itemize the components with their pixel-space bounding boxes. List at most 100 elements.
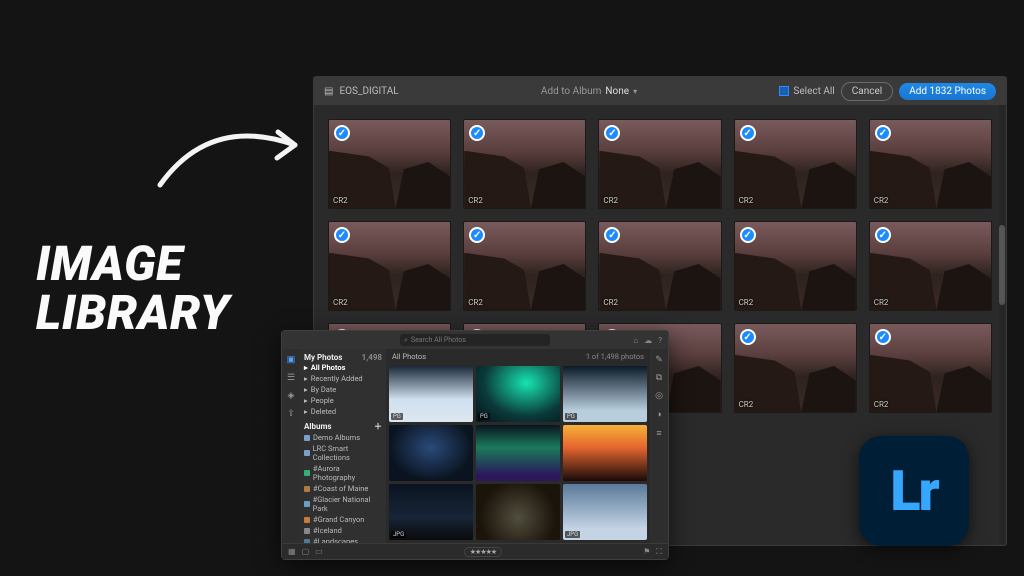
library-thumbnail[interactable]: JPG xyxy=(389,484,473,540)
library-thumbnail[interactable] xyxy=(389,425,473,481)
file-format-label: CR2 xyxy=(739,400,754,409)
home-icon[interactable]: ⌂ xyxy=(633,336,638,345)
library-thumbnail[interactable]: PG xyxy=(389,366,473,422)
file-format-label: CR2 xyxy=(874,298,889,307)
photos-tab-icon[interactable]: ▣ xyxy=(286,355,296,365)
selected-check-icon[interactable]: ✓ xyxy=(875,227,891,243)
source-breadcrumb[interactable]: EOS_DIGITAL xyxy=(339,86,398,97)
album-item[interactable]: #Grand Canyon xyxy=(304,514,382,525)
album-label: #Aurora Photography xyxy=(313,464,382,482)
library-thumbnail[interactable] xyxy=(476,425,560,481)
search-icon: ⌕ xyxy=(404,336,408,345)
thumb-tag: PG xyxy=(565,413,577,420)
file-format-label: CR2 xyxy=(468,196,483,205)
album-item[interactable]: Demo Albums xyxy=(304,432,382,443)
add-photos-button[interactable]: Add 1832 Photos xyxy=(899,83,996,100)
add-to-album-value: None xyxy=(605,86,629,97)
mask-icon[interactable]: ◑ xyxy=(656,409,661,420)
cloud-icon[interactable]: ☁ xyxy=(644,336,652,345)
file-format-label: CR2 xyxy=(333,196,348,205)
sidebar-view-item[interactable]: ▸Deleted xyxy=(304,406,382,417)
view-label: People xyxy=(311,396,334,405)
album-swatch-icon xyxy=(304,528,310,534)
library-thumbnail[interactable]: PG xyxy=(563,366,647,422)
learn-tab-icon[interactable]: ☰ xyxy=(286,373,296,383)
import-thumbnail[interactable]: ✓ CR2 xyxy=(734,323,857,413)
album-item[interactable]: #Glacier National Park xyxy=(304,494,382,514)
left-rail: ▣ ☰ ◈ ⇪ xyxy=(282,349,300,543)
selected-check-icon[interactable]: ✓ xyxy=(740,125,756,141)
search-placeholder: Search All Photos xyxy=(411,336,466,344)
import-scrollbar[interactable] xyxy=(999,105,1005,544)
my-photos-header[interactable]: My Photos 1,498 xyxy=(304,353,382,362)
albums-header[interactable]: Albums ＋ xyxy=(304,421,382,432)
import-thumbnail[interactable]: ✓CR2 xyxy=(463,119,586,209)
edit-icon[interactable]: ✎ xyxy=(655,355,663,365)
share-tab-icon[interactable]: ⇪ xyxy=(286,409,296,419)
zoom-fit-icon[interactable]: ⛶ xyxy=(656,547,662,557)
scrollbar-handle[interactable] xyxy=(999,225,1005,305)
selected-check-icon[interactable]: ✓ xyxy=(875,125,891,141)
import-thumbnail[interactable]: ✓CR2 xyxy=(463,221,586,311)
sidebar-view-item[interactable]: ▸People xyxy=(304,395,382,406)
file-format-label: CR2 xyxy=(739,298,754,307)
selected-check-icon[interactable]: ✓ xyxy=(740,329,756,345)
thumb-tag: PG xyxy=(478,413,490,420)
album-item[interactable]: LRC Smart Collections xyxy=(304,443,382,463)
import-thumbnail[interactable]: ✓CR2 xyxy=(598,221,721,311)
album-item[interactable]: #Landscapes xyxy=(304,536,382,543)
selected-check-icon[interactable]: ✓ xyxy=(334,125,350,141)
library-thumbnail[interactable] xyxy=(476,484,560,540)
library-thumbnail[interactable]: JPG xyxy=(563,484,647,540)
library-grid: PG PG PG JPG JPG xyxy=(386,363,650,543)
square-view-icon[interactable]: ▢ xyxy=(302,547,310,556)
album-swatch-icon xyxy=(304,486,310,492)
import-thumbnail[interactable]: ✓ CR2 xyxy=(328,119,451,209)
select-all-toggle[interactable]: Select All xyxy=(779,86,834,97)
file-format-label: CR2 xyxy=(739,196,754,205)
photo-count: 1 of 1,498 photos xyxy=(586,352,644,361)
crop-icon[interactable]: ⧉ xyxy=(656,373,662,383)
sidebar-view-item[interactable]: ▸By Date xyxy=(304,384,382,395)
selected-check-icon[interactable]: ✓ xyxy=(875,329,891,345)
view-label: All Photos xyxy=(311,363,346,372)
presets-icon[interactable]: ≡ xyxy=(656,428,661,439)
import-thumbnail[interactable]: ✓CR2 xyxy=(869,119,992,209)
import-thumbnail[interactable]: ✓CR2 xyxy=(598,119,721,209)
thumb-tag: JPG xyxy=(391,531,406,538)
sidebar-view-item[interactable]: ▸Recently Added xyxy=(304,373,382,384)
album-item[interactable]: #Iceland xyxy=(304,525,382,536)
grid-view-icon[interactable]: ▦ xyxy=(288,547,296,556)
rating-filter[interactable]: ★★★★★ xyxy=(464,547,502,557)
add-to-album-select[interactable]: Add to Album None ▾ xyxy=(541,86,637,97)
flag-icon[interactable]: ⚑ xyxy=(643,547,650,556)
bullet-icon: ▸ xyxy=(304,374,308,383)
import-thumbnail[interactable]: ✓ CR2 xyxy=(869,221,992,311)
view-label: Recently Added xyxy=(311,374,363,383)
select-all-label: Select All xyxy=(793,86,834,97)
headline-line-1: IMAGE xyxy=(36,240,229,289)
album-item[interactable]: #Aurora Photography xyxy=(304,463,382,483)
sidebar-view-item[interactable]: ▸All Photos xyxy=(304,362,382,373)
import-thumbnail[interactable]: ✓CR2 xyxy=(328,221,451,311)
import-thumbnail[interactable]: ✓ CR2 xyxy=(734,119,857,209)
library-thumbnail[interactable] xyxy=(563,425,647,481)
import-thumbnail[interactable]: ✓ CR2 xyxy=(734,221,857,311)
help-icon[interactable]: ? xyxy=(658,336,662,345)
library-main: All Photos 1 of 1,498 photos PGPGPGJPGJP… xyxy=(386,349,650,543)
search-input[interactable]: ⌕ Search All Photos xyxy=(400,334,550,346)
thumb-tag: JPG xyxy=(565,531,580,538)
file-format-label: CR2 xyxy=(603,298,618,307)
heal-icon[interactable]: ◎ xyxy=(655,391,663,401)
compare-view-icon[interactable]: ▭ xyxy=(315,547,323,556)
selected-check-icon[interactable]: ✓ xyxy=(334,227,350,243)
library-thumbnail[interactable]: PG xyxy=(476,366,560,422)
selected-check-icon[interactable]: ✓ xyxy=(740,227,756,243)
import-thumbnail[interactable]: ✓CR2 xyxy=(869,323,992,413)
arrow-icon xyxy=(150,110,320,200)
add-album-icon[interactable]: ＋ xyxy=(374,421,382,432)
album-item[interactable]: #Coast of Maine xyxy=(304,483,382,494)
cancel-button[interactable]: Cancel xyxy=(841,82,893,101)
discover-tab-icon[interactable]: ◈ xyxy=(286,391,296,401)
add-to-album-label: Add to Album xyxy=(541,86,602,97)
